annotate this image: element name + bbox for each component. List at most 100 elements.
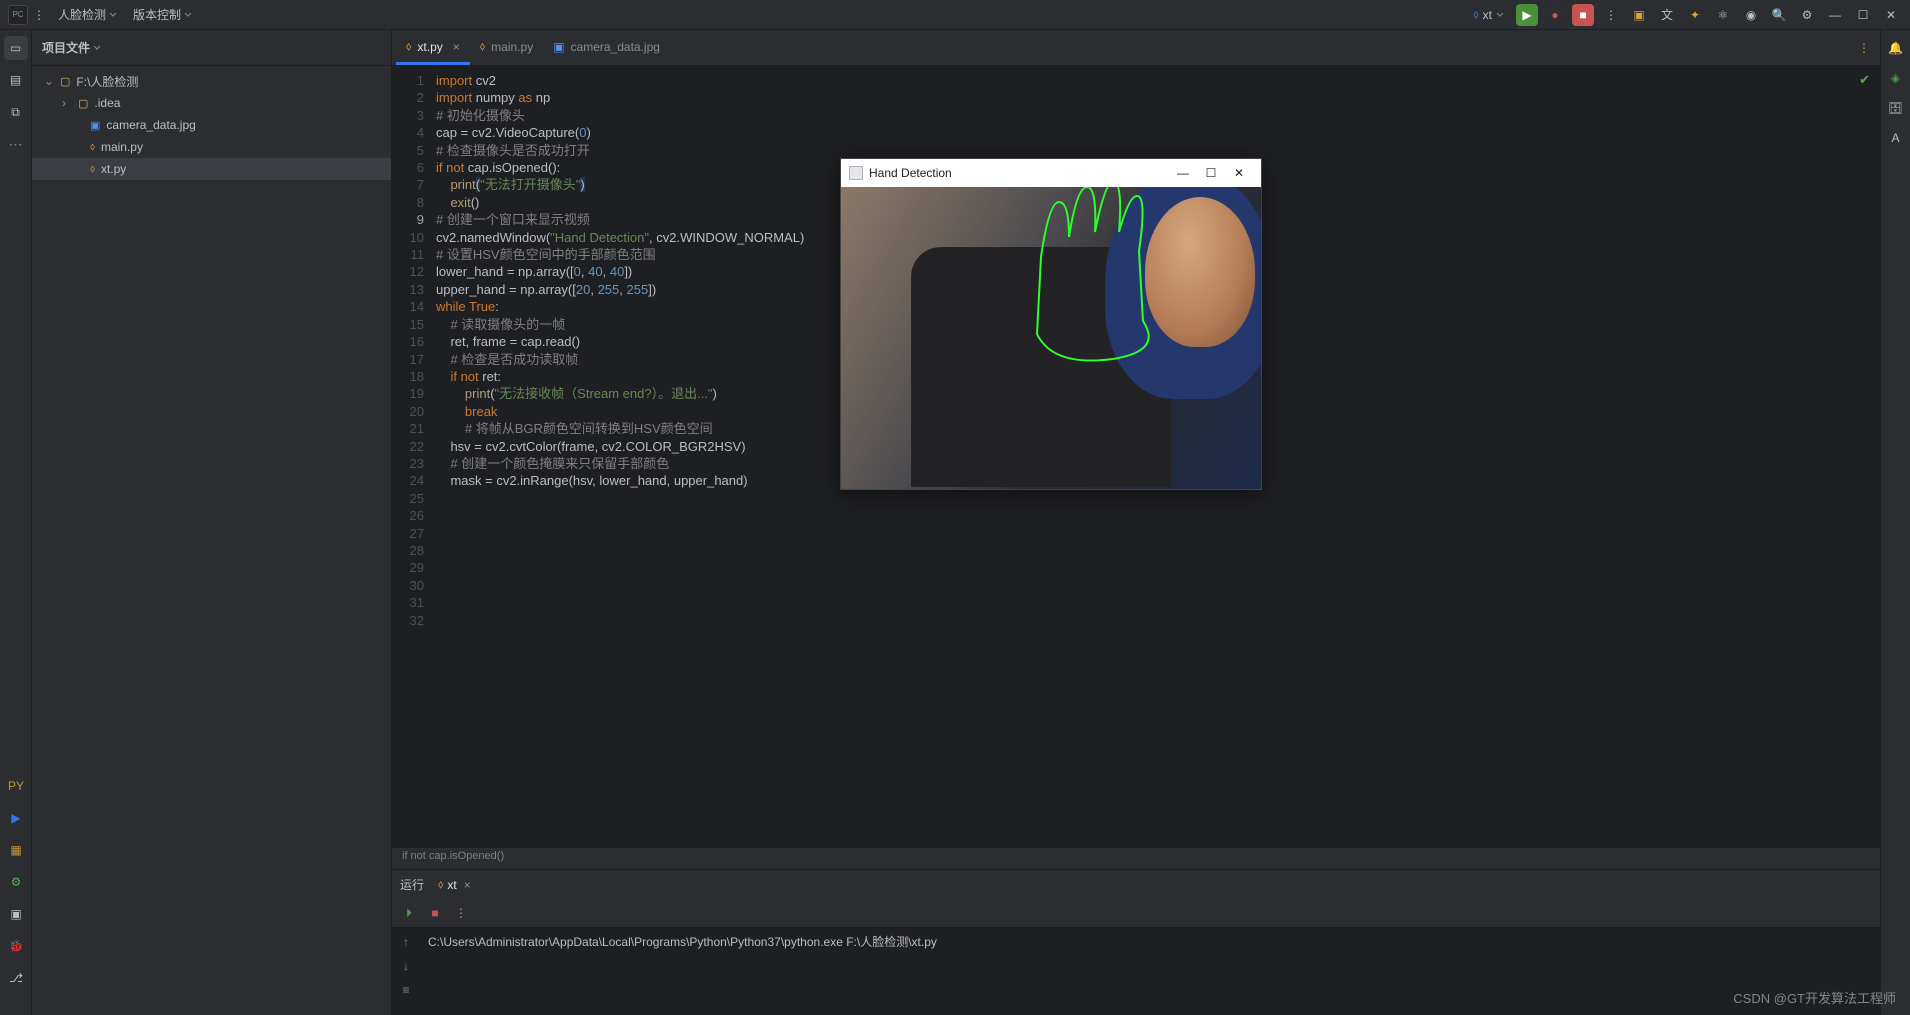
console-output[interactable]: C:\Users\Administrator\AppData\Local\Pro… — [420, 927, 1880, 1015]
main-menu-icon[interactable]: ⋮ — [28, 4, 50, 26]
run-tab-label: xt — [447, 878, 456, 892]
scroll-up-icon[interactable]: ↑ — [403, 935, 409, 949]
editor-tabbar: ⬨ xt.py × ⬨ main.py ▣ camera_data.jpg ⋮ — [392, 30, 1880, 66]
chevron-down-icon — [184, 11, 192, 19]
run-config-selector[interactable]: ⬨ xt — [1467, 5, 1510, 24]
project-panel-title: 项目文件 — [42, 39, 90, 56]
watermark: CSDN @GT开发算法工程师 — [1733, 988, 1896, 1007]
run-button[interactable]: ▶ — [1516, 4, 1538, 26]
ide-logo: PC — [8, 5, 28, 25]
maximize-icon[interactable]: ☐ — [1852, 4, 1874, 26]
scroll-down-icon[interactable]: ↓ — [403, 959, 409, 973]
debug-button[interactable]: ● — [1544, 4, 1566, 26]
atom-icon[interactable]: ⚛ — [1712, 4, 1734, 26]
tab-xt[interactable]: ⬨ xt.py × — [396, 31, 470, 65]
chevron-right-icon: › — [62, 96, 72, 110]
project-dropdown[interactable]: 人脸检测 — [50, 0, 125, 29]
close-tab-icon[interactable]: × — [453, 40, 460, 54]
chevron-down-icon — [93, 44, 101, 52]
project-tree: ⌄ ▢ F:\人脸检测 › ▢ .idea ▣ camera_data.jpg … — [32, 66, 391, 1015]
python-icon: ⬨ — [406, 39, 411, 54]
more-tools-icon[interactable]: ⋯ — [4, 132, 28, 156]
image-icon: ▣ — [553, 40, 564, 54]
minimize-window-icon[interactable]: — — [1169, 166, 1197, 180]
hand-contour-overlay — [841, 187, 1261, 489]
tab-main[interactable]: ⬨ main.py — [470, 31, 543, 65]
close-icon[interactable]: ✕ — [1880, 4, 1902, 26]
tab-label: main.py — [491, 40, 533, 54]
opencv-window[interactable]: Hand Detection — ☐ ✕ — [840, 158, 1262, 490]
tree-file-main[interactable]: ⬨ main.py — [32, 136, 391, 158]
bottom-left-rail: PY ▶ ▦ ⚙ ▣ 🐞 ⎇ — [0, 775, 32, 1015]
window-app-icon — [849, 166, 863, 180]
project-tool-icon[interactable]: ▭ — [4, 36, 28, 60]
translate-icon[interactable]: 文 — [1656, 4, 1678, 26]
settings-icon[interactable]: ⚙ — [1796, 4, 1818, 26]
stop-button[interactable]: ■ — [1572, 4, 1594, 26]
project-panel: 项目文件 ⌄ ▢ F:\人脸检测 › ▢ .idea ▣ camera_data… — [32, 30, 392, 1015]
tab-camera-image[interactable]: ▣ camera_data.jpg — [543, 31, 670, 65]
run-console: ↑ ↓ ≡ C:\Users\Administrator\AppData\Loc… — [392, 927, 1880, 1015]
close-tab-icon[interactable]: × — [464, 878, 471, 892]
tree-file-xt[interactable]: ⬨ xt.py — [32, 158, 391, 180]
run-toolbar: ⏵ ■ ⋮ — [392, 899, 1880, 927]
maximize-window-icon[interactable]: ☐ — [1197, 166, 1225, 180]
tree-file-image[interactable]: ▣ camera_data.jpg — [32, 114, 391, 136]
project-panel-header[interactable]: 项目文件 — [32, 30, 391, 66]
tree-item-label: camera_data.jpg — [106, 118, 195, 132]
vcs-dropdown[interactable]: 版本控制 — [125, 0, 200, 29]
run-tab[interactable]: ⬨ xt × — [432, 875, 477, 894]
python-icon: ⬨ — [1473, 7, 1478, 22]
analysis-ok-icon[interactable]: ✔ — [1859, 72, 1870, 88]
tree-item-label: xt.py — [101, 162, 126, 176]
more-icon[interactable]: ⋮ — [1600, 4, 1622, 26]
code-with-me-icon[interactable]: ▣ — [1628, 4, 1650, 26]
more-actions-icon[interactable]: ⋮ — [452, 904, 470, 922]
sync-icon[interactable]: ◉ — [1740, 4, 1762, 26]
line-gutter: 1234567891011121314151617181920212223242… — [392, 66, 432, 847]
tab-label: xt.py — [417, 40, 442, 54]
editor-breadcrumb[interactable]: if not cap.isOpened() — [392, 847, 1880, 869]
bookmarks-icon[interactable]: ▤ — [4, 68, 28, 92]
packages-icon[interactable]: ⚙ — [5, 871, 27, 893]
python-icon: ⬨ — [90, 141, 95, 154]
terminal-icon[interactable]: ▣ — [5, 903, 27, 925]
notifications-icon[interactable]: 🔔 — [1886, 38, 1906, 58]
python-console-icon[interactable]: PY — [5, 775, 27, 797]
tree-root[interactable]: ⌄ ▢ F:\人脸检测 — [32, 70, 391, 92]
soft-wrap-icon[interactable]: ≡ — [402, 983, 409, 997]
search-icon[interactable]: 🔍 — [1768, 4, 1790, 26]
tree-item-label: main.py — [101, 140, 143, 154]
profiler-icon[interactable]: A — [1886, 128, 1906, 148]
structure-icon[interactable]: ⧉ — [4, 100, 28, 124]
python-icon: ⬨ — [480, 39, 485, 54]
tree-folder-idea[interactable]: › ▢ .idea — [32, 92, 391, 114]
close-window-icon[interactable]: ✕ — [1225, 166, 1253, 180]
run-panel-label: 运行 — [400, 876, 424, 893]
tree-root-label: F:\人脸检测 — [76, 73, 138, 90]
python-icon: ⬨ — [438, 877, 443, 892]
git-icon[interactable]: ⎇ — [5, 967, 27, 989]
run-config-name: xt — [1483, 8, 1492, 22]
chevron-down-icon: ⌄ — [44, 74, 54, 88]
database-icon[interactable]: 🗄 — [1886, 98, 1906, 118]
minimize-icon[interactable]: — — [1824, 4, 1846, 26]
tree-item-label: .idea — [94, 96, 120, 110]
python-icon: ⬨ — [90, 163, 95, 176]
menubar: PC ⋮ 人脸检测 版本控制 ⬨ xt ▶ ● ■ ⋮ ▣ 文 ✦ ⚛ ◉ 🔍 … — [0, 0, 1910, 30]
debug-tool-icon[interactable]: 🐞 — [5, 935, 27, 957]
rerun-icon[interactable]: ⏵ — [400, 904, 418, 922]
image-icon: ▣ — [90, 119, 100, 132]
tab-overflow-icon[interactable]: ⋮ — [1858, 41, 1870, 55]
ide-tools-icon[interactable]: ✦ — [1684, 4, 1706, 26]
stop-process-icon[interactable]: ■ — [426, 904, 444, 922]
opencv-window-title: Hand Detection — [869, 166, 952, 180]
run-tool-icon[interactable]: ▶ — [5, 807, 27, 829]
chevron-down-icon — [1496, 11, 1504, 19]
vcs-label: 版本控制 — [133, 6, 181, 23]
right-tool-rail: 🔔 ◈ 🗄 A — [1880, 30, 1910, 1015]
chevron-down-icon — [109, 11, 117, 19]
opencv-window-titlebar[interactable]: Hand Detection — ☐ ✕ — [841, 159, 1261, 187]
ai-assistant-icon[interactable]: ◈ — [1886, 68, 1906, 88]
services-icon[interactable]: ▦ — [5, 839, 27, 861]
